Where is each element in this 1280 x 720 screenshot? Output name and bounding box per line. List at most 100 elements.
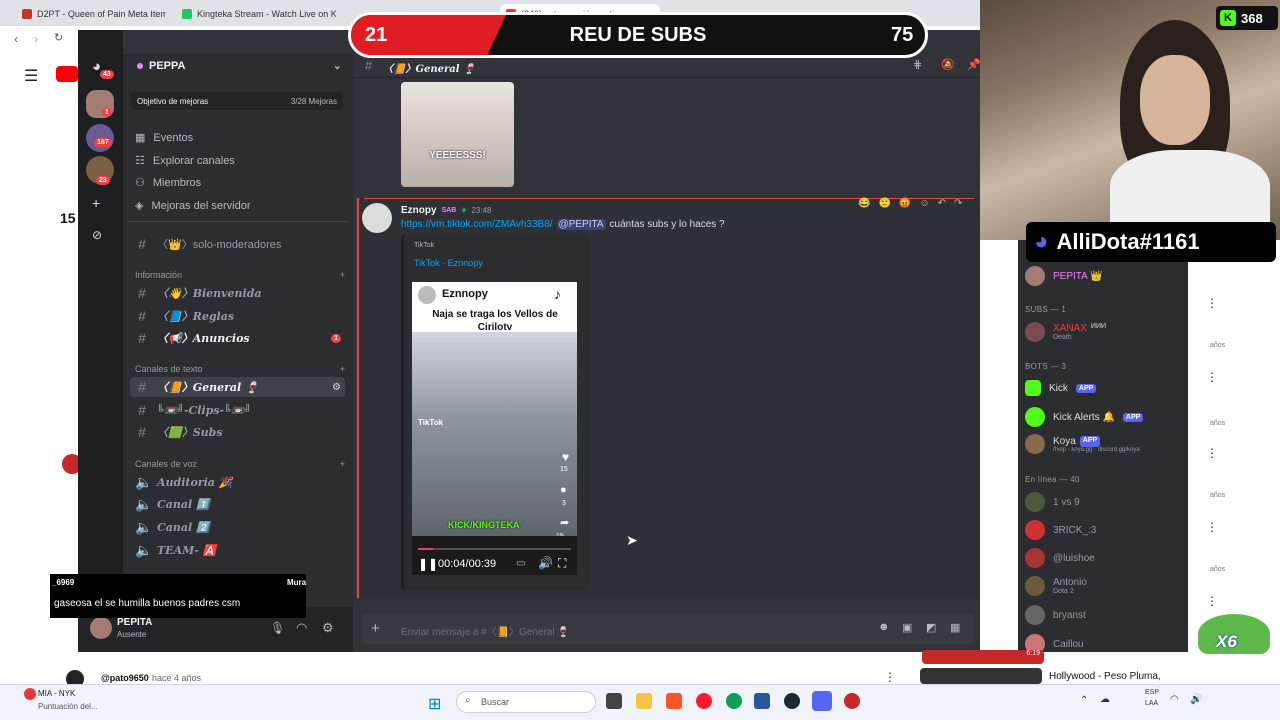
channel-bienvenida[interactable]: # 〈👋〉Bienvenida xyxy=(130,283,345,303)
captions-icon[interactable]: ▭ xyxy=(516,558,525,569)
pin-icon[interactable]: 📌 xyxy=(967,58,981,71)
member-xanax[interactable]: XANAX ИИИ Death xyxy=(1025,322,1106,342)
tiktok-video[interactable]: Eznnopy ♪ Naja se traga los Vellos de Ci… xyxy=(412,282,577,575)
voice-channel-team-a[interactable]: 🔈 TEAM- 🅰️ xyxy=(130,540,345,560)
mute-bell-icon[interactable]: 🔕 xyxy=(941,58,955,71)
discord-taskbar-icon[interactable] xyxy=(812,691,832,711)
reaction-angry-icon[interactable]: 😡 xyxy=(899,198,911,209)
video-thumbnail[interactable] xyxy=(920,668,1042,684)
fullscreen-icon[interactable]: ⛶ xyxy=(558,556,566,571)
browser-tab[interactable]: Kingteka Stream - Watch Live on Kick xyxy=(176,4,336,24)
widget-title[interactable]: MIA - NYK xyxy=(38,689,75,698)
member-row[interactable]: 3RICK_:3 xyxy=(1025,520,1096,540)
edge-icon[interactable] xyxy=(726,693,742,709)
member-pepita[interactable]: PEPITA 👑 xyxy=(1025,266,1103,286)
back-icon[interactable]: ‹ xyxy=(14,32,18,46)
youtube-logo-icon[interactable] xyxy=(56,66,78,82)
channel-reglas[interactable]: # 〈📘〉Reglas xyxy=(130,306,345,326)
browser-tab[interactable]: D2PT - Queen of Pain Meta Item Bu xyxy=(16,4,166,24)
voice-channel-auditoria[interactable]: 🔈 Auditoria 🎉 xyxy=(130,472,345,492)
nitro-gift-icon[interactable]: ☻ xyxy=(878,621,890,633)
plus-icon[interactable]: + xyxy=(340,270,345,280)
file-explorer-icon[interactable] xyxy=(636,693,652,709)
category-informacion[interactable]: Información + xyxy=(135,270,345,280)
plus-icon[interactable]: + xyxy=(340,459,345,469)
plus-icon[interactable]: + xyxy=(340,364,345,374)
volume-icon[interactable]: 🔊 xyxy=(538,556,553,570)
boost-goal[interactable]: Objetivo de mejoras 3/28 Mejoras xyxy=(131,92,343,110)
gif-image[interactable]: YEEEESSS! xyxy=(401,82,514,187)
microphone-icon[interactable]: 🎙 xyxy=(270,621,285,635)
more-options-icon[interactable]: ⋮ xyxy=(1206,520,1218,534)
taskbar-search[interactable]: ⌕ Buscar xyxy=(456,691,596,713)
reaction-laugh-icon[interactable]: 😂 xyxy=(858,198,870,209)
nav-browse-channels[interactable]: ☷ Explorar canales xyxy=(135,154,235,168)
nav-server-boosts[interactable]: ◈ Mejoras del servidor xyxy=(135,199,251,213)
more-options-icon[interactable]: ⋮ xyxy=(884,670,896,684)
voice-channel-canal-2[interactable]: 🔈 Canal 2️⃣ xyxy=(130,517,345,537)
more-options-icon[interactable]: ⋮ xyxy=(1206,296,1218,310)
forward-icon[interactable]: › xyxy=(34,32,38,46)
member-kick-alerts[interactable]: Kick Alerts 🔔 APP xyxy=(1025,407,1144,427)
member-kick[interactable]: Kick APP xyxy=(1025,380,1097,396)
brave-icon[interactable] xyxy=(666,693,682,709)
member-row[interactable]: 1 vs 9 xyxy=(1025,492,1080,512)
app-icon[interactable] xyxy=(844,693,860,709)
member-koya[interactable]: Koya APP/help · koya.gg · discord.gg/koya xyxy=(1025,434,1140,454)
avatar[interactable] xyxy=(362,203,392,233)
forward-icon[interactable]: ↷ xyxy=(954,198,962,209)
sticker-icon[interactable]: ◩ xyxy=(926,621,936,634)
comment-author[interactable]: @pato9650 xyxy=(101,673,149,683)
nav-events[interactable]: ▦ Eventos xyxy=(135,131,193,145)
task-view-icon[interactable] xyxy=(606,693,622,709)
steam-icon[interactable] xyxy=(784,693,800,709)
explore-icon[interactable]: ⊘ xyxy=(92,228,102,242)
category-canales-texto[interactable]: Canales de texto + xyxy=(135,364,345,374)
reload-icon[interactable]: ↻ xyxy=(54,31,63,44)
apps-icon[interactable]: ▦ xyxy=(950,621,960,634)
store-icon[interactable] xyxy=(754,693,770,709)
add-attachment-icon[interactable]: + xyxy=(371,620,380,637)
windows-start-icon[interactable]: ⊞ xyxy=(428,694,441,714)
channel-clips[interactable]: # ╚📼╝-Clips-╚📼╝ xyxy=(130,400,345,420)
chevron-up-icon[interactable]: ⌃ xyxy=(1080,695,1088,706)
add-reaction-icon[interactable]: ☺ xyxy=(919,198,929,209)
voice-channel-canal-1[interactable]: 🔈 Canal 1️⃣ xyxy=(130,494,345,514)
reaction-smile-icon[interactable]: 🙂 xyxy=(878,198,890,209)
threads-icon[interactable]: ⋕ xyxy=(913,58,922,71)
avatar[interactable] xyxy=(90,617,112,639)
gif-icon[interactable]: ▣ xyxy=(902,621,912,634)
more-options-icon[interactable]: ⋮ xyxy=(1206,594,1218,608)
message-author[interactable]: Eznopy xyxy=(401,205,437,216)
language[interactable]: ESP xyxy=(1145,689,1159,696)
settings-gear-icon[interactable]: ⚙ xyxy=(332,382,341,393)
embed-title[interactable]: TikTok · Eznnopy xyxy=(414,258,483,268)
opera-icon[interactable] xyxy=(696,693,712,709)
headphones-icon[interactable]: ◠ xyxy=(296,620,307,636)
member-row[interactable]: @luishoe xyxy=(1025,548,1095,568)
server-header[interactable]: PEPPA ⌄ xyxy=(137,59,342,72)
channel-subs[interactable]: # 〈🟩〉Subs xyxy=(130,422,345,442)
pause-icon[interactable]: ❚❚ xyxy=(418,557,438,571)
channel-solo-moderadores[interactable]: # 〈👑〉solo-moderadores xyxy=(130,234,345,254)
volume-icon[interactable]: 🔊 xyxy=(1190,694,1202,705)
video-title[interactable]: Hollywood - Peso Pluma, xyxy=(1049,671,1161,682)
menu-icon[interactable]: ☰ xyxy=(24,66,38,86)
user-mention[interactable]: @PEPITA xyxy=(556,219,606,230)
reply-icon[interactable]: ↶ xyxy=(938,198,946,209)
more-options-icon[interactable]: ⋮ xyxy=(1206,446,1218,460)
channel-general[interactable]: # 〈📙〉General 🍷 ⚙ xyxy=(130,377,345,397)
video-progress-track[interactable] xyxy=(418,548,571,550)
settings-gear-icon[interactable]: ⚙ xyxy=(322,620,334,636)
message-link[interactable]: https://vm.tiktok.com/ZMAvh33B8/ xyxy=(401,219,553,230)
category-canales-voz[interactable]: Canales de voz + xyxy=(135,459,345,469)
member-row[interactable]: Antonio Dota 2 xyxy=(1025,576,1087,596)
add-server-icon[interactable]: + xyxy=(92,195,100,211)
more-options-icon[interactable]: ⋮ xyxy=(1206,370,1218,384)
channel-anuncios[interactable]: # 〈📢〉Anuncios 1 xyxy=(130,328,345,348)
member-row[interactable]: bryanst xyxy=(1025,605,1086,625)
message-input[interactable]: + Enviar mensaje a #〈📙〉General 🍷 ☻ ▣ ◩ ▦ xyxy=(362,614,974,644)
network-icon[interactable]: ◠ xyxy=(1170,694,1179,705)
nav-members[interactable]: ⚇ Miembros xyxy=(135,176,201,190)
system-tray-icon[interactable]: ☁ xyxy=(1100,694,1110,705)
